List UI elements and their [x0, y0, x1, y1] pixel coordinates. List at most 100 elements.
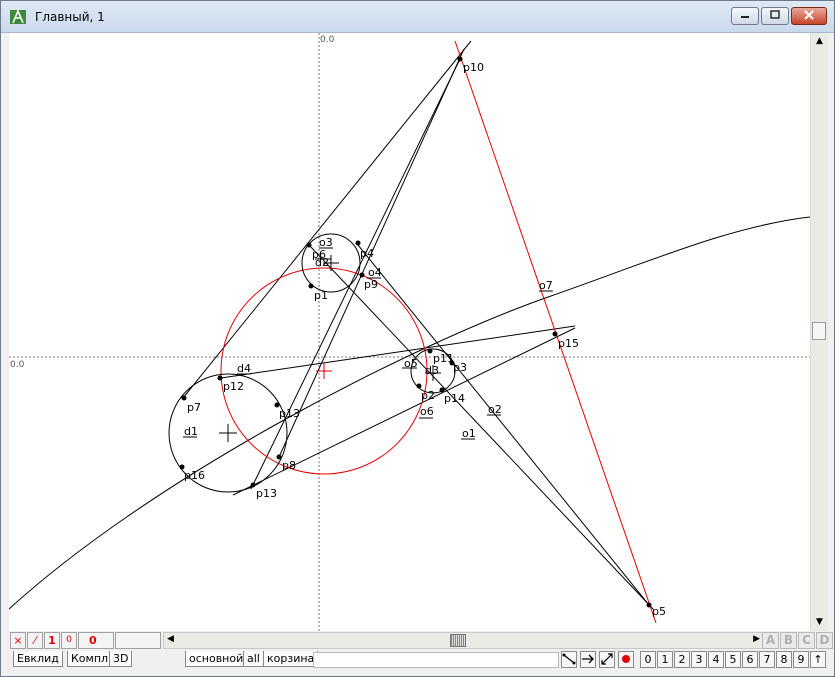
label-p16: p16 — [184, 469, 205, 482]
tab-euclid[interactable]: Евклид — [13, 651, 63, 667]
label-o2: o2 — [488, 403, 502, 416]
letter-d-button[interactable]: D — [816, 632, 833, 649]
layer-2-button[interactable]: 2 — [674, 651, 690, 668]
layer-5-button[interactable]: 5 — [725, 651, 741, 668]
label-p12: p12 — [223, 380, 244, 393]
center-cross-d1 — [219, 424, 237, 442]
line-tangent-1 — [182, 40, 472, 399]
horizontal-scrollbar[interactable]: ◀ ▶ — [163, 632, 764, 649]
layer-0-button[interactable]: 0 — [640, 651, 656, 668]
tab-filler — [313, 652, 559, 668]
layer-6-button[interactable]: 6 — [742, 651, 758, 668]
status-toolbar: × ⁄ 1 0 0 ◀ ▶ A B C D — [9, 632, 834, 650]
red-dot-icon — [622, 655, 630, 663]
point-p7[interactable] — [181, 395, 187, 401]
layer-3-button[interactable]: 3 — [691, 651, 707, 668]
axis-label-left: 0.0 — [10, 360, 25, 370]
up-arrow-button[interactable]: ↑ — [810, 651, 826, 668]
horizontal-scroll-thumb[interactable] — [450, 634, 466, 647]
title-bar[interactable]: Главный, 1 — [1, 1, 834, 33]
window-title: Главный, 1 — [35, 10, 105, 24]
label-p10: p10 — [463, 61, 484, 74]
counter-field: 0 — [78, 632, 114, 649]
scroll-left-icon[interactable]: ◀ — [167, 634, 174, 644]
point-p15[interactable] — [552, 331, 558, 337]
point-p8[interactable] — [276, 454, 282, 460]
tool-segment-button[interactable] — [561, 651, 577, 668]
vertical-scroll-thumb[interactable] — [812, 322, 826, 340]
point-p5[interactable] — [646, 602, 652, 608]
line-p6-p5 — [308, 244, 654, 610]
line-p4-p5 — [357, 244, 650, 606]
label-p15: p15 — [558, 337, 579, 350]
close-icon — [804, 10, 814, 20]
point-p12[interactable] — [217, 375, 223, 381]
drawing-canvas[interactable]: 0.0 0.0 p10 o3 p6 d2 p4 o4 p9 p1 o7 p15 … — [9, 33, 810, 631]
point-p13b[interactable] — [250, 482, 256, 488]
maximize-button[interactable] — [761, 7, 789, 25]
scroll-up-icon[interactable]: ▲ — [811, 33, 828, 50]
layer-4-button[interactable]: 4 — [708, 651, 724, 668]
point-p9[interactable] — [359, 272, 365, 278]
big-arc-curve — [9, 216, 810, 610]
point-p10[interactable] — [457, 56, 463, 62]
mode-zero-button[interactable]: 0 — [61, 632, 77, 649]
label-o7: o7 — [539, 279, 553, 292]
line-p12-p15 — [220, 325, 576, 379]
label-d4: d4 — [237, 362, 251, 375]
point-p6[interactable] — [306, 242, 312, 248]
arrow-right-icon — [582, 654, 594, 664]
main-window: Главный, 1 0.0 0.0 p10 o3 p6 d2 p4 o4 p9… — [0, 0, 835, 677]
label-o6: o6 — [420, 405, 434, 418]
empty-status-field — [115, 632, 161, 649]
point-p4[interactable] — [355, 240, 361, 246]
layer-9-button[interactable]: 9 — [793, 651, 809, 668]
label-p2: p2 — [421, 389, 435, 402]
minimize-button[interactable] — [731, 7, 759, 25]
label-o5: o5 — [404, 357, 418, 370]
label-p13b: p13 — [256, 487, 277, 500]
maximize-icon — [770, 10, 780, 19]
geometry-drawing: 0.0 0.0 p10 o3 p6 d2 p4 o4 p9 p1 o7 p15 … — [9, 33, 810, 631]
layer-8-button[interactable]: 8 — [776, 651, 792, 668]
label-p5: p5 — [652, 605, 666, 618]
layer-7-button[interactable]: 7 — [759, 651, 775, 668]
scroll-down-icon[interactable]: ▼ — [811, 614, 828, 631]
point-p1[interactable] — [308, 283, 314, 289]
app-compass-icon — [10, 8, 26, 24]
tool-arrow-button[interactable] — [580, 651, 596, 668]
tab-trash[interactable]: корзина — [263, 651, 319, 667]
close-button[interactable] — [791, 7, 827, 25]
mode-one-button[interactable]: 1 — [44, 632, 60, 649]
label-p7: p7 — [187, 401, 201, 414]
layer-1-button[interactable]: 1 — [657, 651, 673, 668]
delete-button[interactable]: × — [10, 632, 26, 649]
tab-main[interactable]: основной — [185, 651, 248, 667]
red-center-cross — [316, 363, 332, 379]
label-d3: d3 — [425, 364, 439, 377]
vertical-scrollbar[interactable]: ▲ ▼ — [810, 33, 828, 631]
diagonal-arrows-icon — [601, 653, 613, 665]
label-p8: p8 — [282, 459, 296, 472]
letter-c-button[interactable]: C — [798, 632, 815, 649]
letter-b-button[interactable]: B — [780, 632, 797, 649]
tab-row: Евклид Компл. 3D основной all корзина 0 … — [9, 650, 834, 670]
minimize-icon — [741, 16, 749, 18]
point-markers — [179, 56, 652, 608]
scroll-right-icon[interactable]: ▶ — [753, 634, 760, 644]
label-p3: p3 — [453, 361, 467, 374]
segment-tool-icon — [562, 653, 576, 665]
tab-all[interactable]: all — [243, 651, 264, 667]
point-p2[interactable] — [416, 383, 422, 389]
label-o1: o1 — [462, 427, 476, 440]
tool-point-button[interactable] — [618, 651, 634, 668]
axis-label-top: 0.0 — [320, 35, 335, 45]
label-d1: d1 — [184, 425, 198, 438]
tool-diagonal-button[interactable] — [599, 651, 615, 668]
point-p11[interactable] — [427, 348, 433, 354]
label-p14: p14 — [444, 392, 465, 405]
label-p9: p9 — [364, 278, 378, 291]
letter-a-button[interactable]: A — [762, 632, 779, 649]
line-mode-button[interactable]: ⁄ — [27, 632, 43, 649]
tab-3d[interactable]: 3D — [109, 651, 133, 667]
